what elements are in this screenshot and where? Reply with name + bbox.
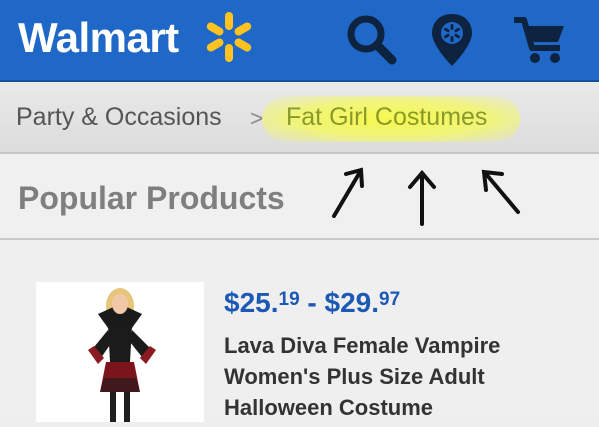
costume-image bbox=[88, 288, 156, 422]
price-from-dollars: $25. bbox=[224, 287, 279, 318]
price-range: $25.19 - $29.97 bbox=[224, 284, 400, 324]
product-thumbnail[interactable] bbox=[36, 282, 204, 422]
price-from-cents: 19 bbox=[278, 289, 300, 310]
product-name-link[interactable]: Lava Diva Female Vampire Women's Plus Si… bbox=[224, 330, 584, 423]
search-icon[interactable] bbox=[342, 10, 402, 75]
annotation-arrows bbox=[322, 160, 532, 237]
spark-icon bbox=[196, 10, 262, 69]
section-title: Popular Products bbox=[18, 180, 285, 216]
top-header: Walmart bbox=[0, 0, 599, 82]
arrow-up-left bbox=[481, 169, 520, 214]
price-to-dollars: $29. bbox=[324, 287, 380, 318]
price-range-dash: - bbox=[299, 287, 325, 318]
breadcrumb-parent-link[interactable]: Party & Occasions bbox=[16, 102, 222, 132]
price-to-cents: 97 bbox=[379, 289, 401, 310]
store-locator-icon[interactable] bbox=[428, 10, 476, 75]
walmart-logo[interactable]: Walmart bbox=[18, 14, 179, 62]
cart-icon[interactable] bbox=[510, 10, 570, 75]
arrow-up bbox=[408, 169, 436, 226]
breadcrumb-current: Fat Girl Costumes bbox=[286, 103, 488, 131]
arrow-up-right-1 bbox=[332, 167, 364, 218]
